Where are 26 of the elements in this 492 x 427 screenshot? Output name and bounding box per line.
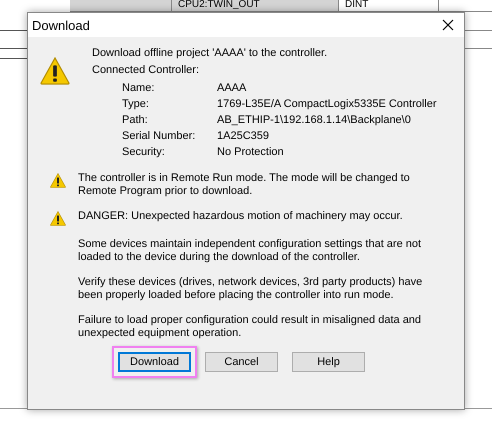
dialog-button[interactable]: Cancel [205,352,278,372]
detail-label: Type: [122,97,150,112]
detail-value: AAAA [217,81,248,96]
detail-value: AB_ETHIP-1\192.168.1.14\Backplane\0 [217,113,412,128]
intro-text: Download offline project 'AAAA' to the controller. [92,47,328,59]
detail-value: No Protection [217,145,285,160]
warning-text: DANGER: Unexpected hazardous motion of machinery may occur. [78,210,404,223]
message-text: Failure to load proper configuration could result in misaligned data and unexpected equipment operation. [78,314,422,340]
detail-label: Path: [122,113,149,128]
close-icon[interactable] [442,19,454,31]
message-text: Some devices maintain independent configuration settings that are not loaded to the device during the download of the controller. [78,238,422,264]
warning-icon [40,57,70,85]
message-text: Verify these devices (drives, network devices, 3rd party products) have been properly loaded before placing the controller into run mode. [78,276,424,302]
window-title: Download [32,18,90,32]
detail-label: Security: [122,145,166,160]
warning-text: The controller is in Remote Run mode. The mode will be changed to Remote Program prior to download. [78,172,411,198]
detail-label: Name: [122,81,156,96]
detail-value: 1769-L35E/A CompactLogix5335E Controller [217,97,437,112]
dialog-button[interactable]: Help [292,352,365,372]
table-cell: CPU2:TWIN_OUT [172,0,339,11]
warning-icon [50,173,66,188]
connected-controller-label: Connected Controller: [92,64,200,76]
dialog-button[interactable]: Download [118,352,191,372]
detail-value: 1A25C359 [217,129,270,144]
warning-icon [50,211,66,226]
detail-label: Serial Number: [122,129,196,144]
